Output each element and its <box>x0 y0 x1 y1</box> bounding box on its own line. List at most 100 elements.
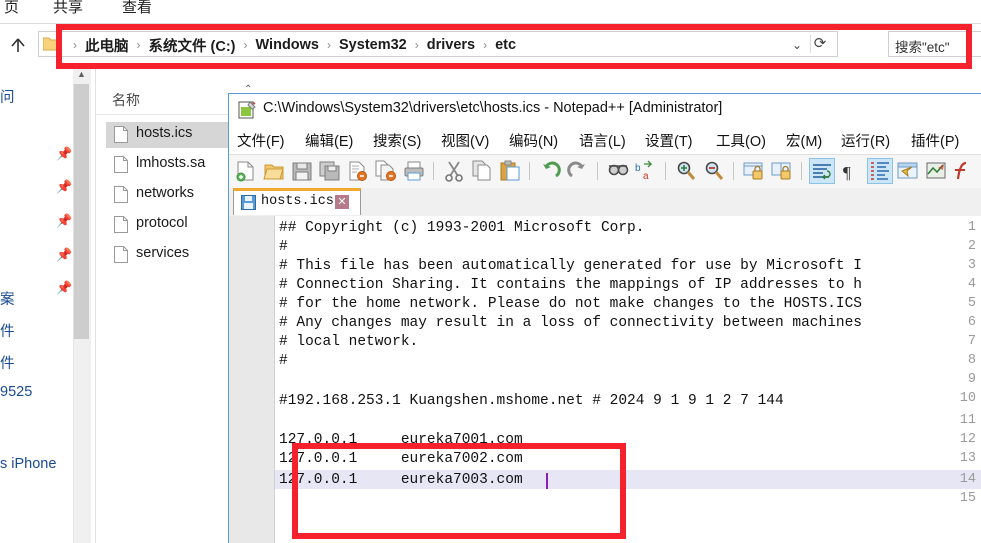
menu-settings[interactable]: 设置(T) <box>645 130 693 151</box>
line-number: 11 <box>959 413 976 428</box>
nav-item-quick-access[interactable]: 问 <box>0 86 15 107</box>
menu-view[interactable]: 视图(V) <box>441 130 489 151</box>
refresh-icon[interactable]: ⟳ <box>811 35 829 53</box>
sync-horizontal-icon[interactable] <box>771 160 793 182</box>
function-list-icon[interactable] <box>953 160 975 182</box>
notepadpp-toolbar: ba ¶ <box>229 155 981 188</box>
line-number: 1 <box>967 220 976 235</box>
pin-icon[interactable]: 📌 <box>56 179 72 194</box>
menu-edit[interactable]: 编辑(E) <box>305 130 353 151</box>
breadcrumb-drivers[interactable]: drivers <box>425 37 477 53</box>
line-number: 15 <box>959 491 976 506</box>
replace-icon[interactable]: ba <box>635 160 657 182</box>
column-header-name[interactable]: 名称 <box>112 90 140 110</box>
menu-run[interactable]: 运行(R) <box>841 130 890 151</box>
menu-tools[interactable]: 工具(O) <box>716 130 766 151</box>
file-name: services <box>136 245 190 261</box>
pin-icon[interactable]: 📌 <box>56 146 72 161</box>
code-line: # for the home network. Please do not ma… <box>279 296 862 312</box>
notepadpp-editor[interactable]: 1 2 3 4 5 6 7 8 9 10 11 12 13 14 15 ## C… <box>229 216 981 543</box>
nav-item-files-1[interactable]: 件 <box>0 320 15 341</box>
line-number: 8 <box>967 353 976 368</box>
svg-text:¶: ¶ <box>843 163 851 182</box>
editor-tab-label: hosts.ics <box>261 194 334 209</box>
notepadpp-titlebar[interactable]: C:\Windows\System32\drivers\etc\hosts.ic… <box>229 94 981 126</box>
document-map-icon[interactable] <box>925 160 947 182</box>
nav-item-iphone[interactable]: s iPhone <box>0 456 56 472</box>
code-line: 127.0.0.1 eureka7002.com <box>279 451 523 467</box>
pin-icon[interactable]: 📌 <box>56 213 72 228</box>
breadcrumb-system-drive[interactable]: 系统文件 (C:) <box>147 35 238 56</box>
nav-item-files-2[interactable]: 件 <box>0 352 15 373</box>
sync-vertical-icon[interactable] <box>743 160 765 182</box>
line-number: 4 <box>967 277 976 292</box>
menu-file[interactable]: 文件(F) <box>237 130 285 151</box>
close-icon[interactable]: ✕ <box>335 195 349 209</box>
menu-encoding[interactable]: 编码(N) <box>509 130 558 151</box>
code-line: 127.0.0.1 eureka7003.com <box>279 472 523 488</box>
nav-item-documents[interactable]: 案 <box>0 288 15 309</box>
paste-icon[interactable] <box>499 160 521 182</box>
save-icon[interactable] <box>291 160 313 182</box>
file-row-lmhosts-sam[interactable]: lmhosts.sa <box>106 152 242 178</box>
user-defined-dialog-icon[interactable] <box>897 160 919 182</box>
code-line: # local network. <box>279 334 419 350</box>
breadcrumb-this-pc[interactable]: 此电脑 <box>83 35 131 56</box>
nav-item-9525[interactable]: 9525 <box>0 384 32 400</box>
chevron-up-icon[interactable]: ▲ <box>73 66 90 83</box>
menu-search[interactable]: 搜索(S) <box>373 130 421 151</box>
line-number: 10 <box>959 391 976 406</box>
address-bar[interactable]: › 此电脑 › 系统文件 (C:) › Windows › System32 ›… <box>38 31 838 57</box>
file-row-hosts-ics[interactable]: hosts.ics <box>106 122 242 148</box>
arrow-up-icon[interactable] <box>8 35 28 55</box>
code-line: #192.168.253.1 Kuangshen.mshome.net # 20… <box>279 393 784 409</box>
line-number-gutter <box>229 216 275 543</box>
code-line: # <box>279 353 288 369</box>
file-row-services[interactable]: services <box>106 242 242 268</box>
pin-icon[interactable]: 📌 <box>56 247 72 262</box>
chevron-down-icon[interactable]: ⌄ <box>789 37 805 53</box>
menu-macro[interactable]: 宏(M) <box>786 130 822 151</box>
ribbon-tab-share[interactable]: 共享 <box>53 0 83 17</box>
toolbar-separator <box>433 162 434 180</box>
zoom-in-icon[interactable] <box>675 160 697 182</box>
open-file-icon[interactable] <box>263 160 285 182</box>
notepadpp-window: C:\Windows\System32\drivers\etc\hosts.ic… <box>228 93 981 543</box>
file-row-networks[interactable]: networks <box>106 182 242 208</box>
menu-language[interactable]: 语言(L) <box>579 130 626 151</box>
toolbar-separator <box>529 162 530 180</box>
ribbon-tab-home[interactable]: 页 <box>4 0 19 17</box>
line-number: 7 <box>967 334 976 349</box>
pin-icon[interactable]: 📌 <box>56 280 72 295</box>
file-row-protocol[interactable]: protocol <box>106 212 242 238</box>
editor-tab-hosts-ics[interactable]: hosts.ics ✕ <box>233 188 361 215</box>
nav-scrollbar-thumb[interactable] <box>74 84 89 339</box>
save-all-icon[interactable] <box>319 160 341 182</box>
notepadpp-title-text: C:\Windows\System32\drivers\etc\hosts.ic… <box>263 100 723 116</box>
redo-icon[interactable] <box>567 160 589 182</box>
print-icon[interactable] <box>403 160 425 182</box>
show-all-chars-icon[interactable]: ¶ <box>839 160 861 182</box>
save-icon <box>241 195 256 210</box>
menu-plugins[interactable]: 插件(P) <box>911 130 959 151</box>
toolbar-separator <box>665 162 666 180</box>
copy-icon[interactable] <box>471 160 493 182</box>
file-icon <box>114 186 128 203</box>
cut-icon[interactable] <box>443 160 465 182</box>
new-file-icon[interactable] <box>235 160 257 182</box>
breadcrumb-etc[interactable]: etc <box>493 37 518 53</box>
find-icon[interactable] <box>607 160 629 182</box>
indent-guide-icon[interactable] <box>869 160 891 182</box>
line-number: 5 <box>967 296 976 311</box>
zoom-out-icon[interactable] <box>703 160 725 182</box>
close-file-icon[interactable] <box>347 160 369 182</box>
breadcrumb-windows[interactable]: Windows <box>254 37 322 53</box>
breadcrumb-system32[interactable]: System32 <box>337 37 409 53</box>
folder-icon <box>42 36 62 51</box>
search-input[interactable]: 搜索"etc" <box>888 31 981 57</box>
undo-icon[interactable] <box>539 160 561 182</box>
ribbon-tab-view[interactable]: 查看 <box>122 0 152 17</box>
close-all-icon[interactable] <box>375 160 397 182</box>
breadcrumb-separator: › <box>483 38 488 52</box>
word-wrap-icon[interactable] <box>811 160 833 182</box>
